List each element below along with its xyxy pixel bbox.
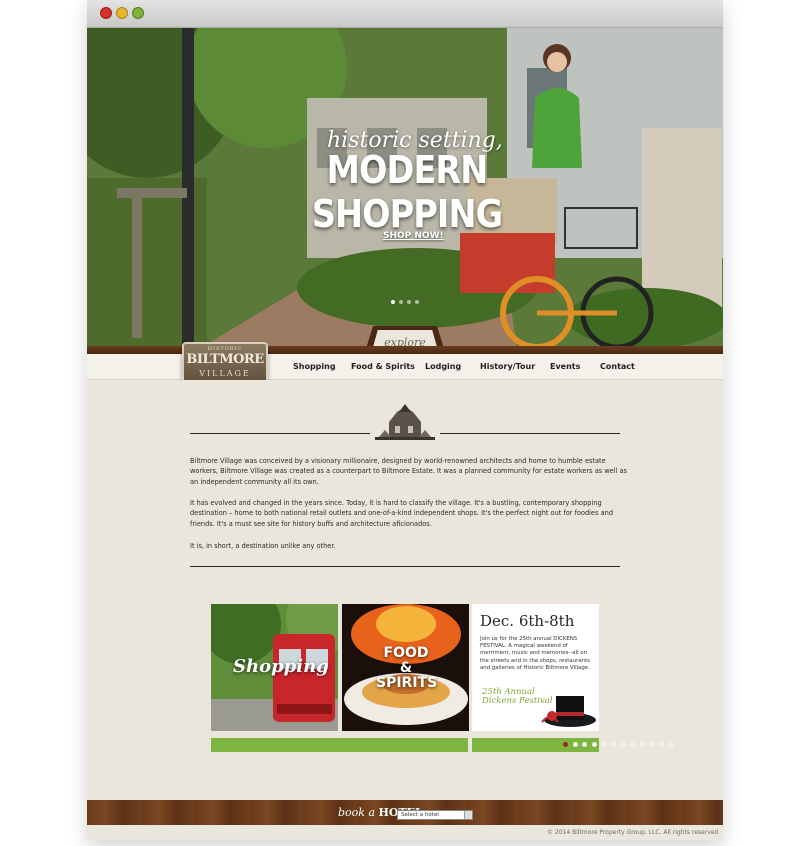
shopping-tile-label: Shopping [233,656,329,677]
nav-food-spirits[interactable]: Food & Spirits [351,362,415,371]
event-slide-dots [563,742,674,747]
food-spirits-tile[interactable]: FOOD & SPIRITS [342,604,469,731]
cottage-emblem-icon [375,404,435,440]
divider-bottom [190,566,620,567]
hero-title: MODERN SHOPPING [311,148,503,236]
event-description: Join us for the 25th annual DICKENS FEST… [480,636,590,671]
logo-sub-text: VILLAGE [199,369,251,378]
event-dot[interactable] [582,742,588,747]
chevron-down-icon[interactable] [464,811,472,819]
feature-green-bar [211,738,468,752]
nav-history-tour[interactable]: History/Tour [480,362,535,371]
divider-right [440,433,620,434]
hotel-select-value: Select a hotel [401,812,439,818]
slide-dot[interactable] [407,300,411,304]
copyright-text: © 2014 Biltmore Property Group, LLC. All… [547,829,719,836]
hero-slide-dots [391,300,419,304]
event-dot[interactable] [591,742,597,747]
event-dot[interactable] [668,742,674,747]
hero-banner: historic setting, MODERN SHOPPING SHOP N… [87,28,723,350]
nav-lodging[interactable]: Lodging [425,362,461,371]
window-titlebar [87,0,723,28]
food-tile-label: FOOD & SPIRITS [376,645,438,691]
slide-dot[interactable] [415,300,419,304]
zoom-window-button[interactable] [132,7,144,19]
event-dot[interactable] [649,742,655,747]
nav-contact[interactable]: Contact [600,362,635,371]
event-dot[interactable] [639,742,645,747]
nav-events[interactable]: Events [550,362,580,371]
main-content: Biltmore Village was conceived by a visi… [87,380,723,800]
shop-now-link[interactable]: SHOP NOW! [383,231,444,241]
food-label-line-1: FOOD & [383,645,429,676]
hotel-select-dropdown[interactable]: Select a hotel [397,810,473,820]
event-dot[interactable] [601,742,607,747]
event-dot[interactable] [620,742,626,747]
slide-dot[interactable] [391,300,395,304]
a-word: a [368,806,376,819]
browser-window: historic setting, MODERN SHOPPING SHOP N… [87,0,723,840]
event-dot[interactable] [630,742,636,747]
event-dot[interactable] [563,742,568,747]
close-window-button[interactable] [100,7,112,19]
book-word: book [338,806,365,819]
event-dot[interactable] [658,742,664,747]
intro-paragraph-2: It has evolved and changed in the years … [190,499,614,528]
intro-paragraph-1: Biltmore Village was conceived by a visi… [190,457,627,486]
top-hat-icon [541,696,596,727]
food-label-line-2: SPIRITS [376,675,438,691]
intro-paragraph-3: It is, in short, a destination unlike an… [190,542,336,550]
divider-left [190,433,370,434]
minimize-window-button[interactable] [116,7,128,19]
logo-main-text: BILTMORE [186,352,264,367]
nav-shopping[interactable]: Shopping [293,362,336,371]
slide-dot[interactable] [399,300,403,304]
event-tile[interactable]: Dec. 6th-8th Join us for the 25th annual… [472,604,599,731]
event-date: Dec. 6th-8th [480,612,575,630]
event-dot[interactable] [610,742,616,747]
shopping-tile[interactable]: Shopping [211,604,338,731]
event-dot[interactable] [572,742,578,747]
